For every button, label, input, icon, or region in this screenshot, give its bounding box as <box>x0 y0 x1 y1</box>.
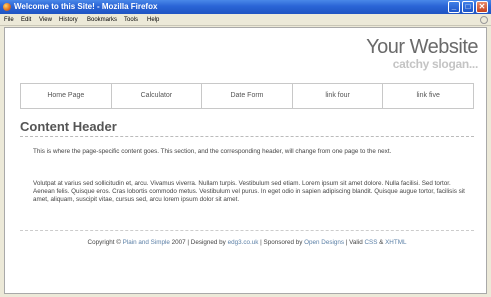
menu-tools[interactable]: Tools <box>124 14 138 26</box>
site-title[interactable]: Your Website <box>366 36 478 59</box>
footer-valid: | Valid <box>345 239 363 246</box>
nav-home-page[interactable]: Home Page <box>21 84 111 108</box>
menu-view[interactable]: View <box>39 14 52 26</box>
content-header: Content Header <box>20 119 474 137</box>
footer-link-designer[interactable]: edg3.co.uk <box>228 239 259 246</box>
footer-copyright: Copyright © <box>87 239 121 246</box>
footer-link-css[interactable]: CSS <box>364 239 377 246</box>
maximize-button[interactable]: □ <box>462 1 474 13</box>
footer-link-sponsor[interactable]: Open Designs <box>304 239 344 246</box>
menu-edit[interactable]: Edit <box>21 14 31 26</box>
close-button[interactable]: ✕ <box>476 1 488 13</box>
menu-file[interactable]: File <box>4 14 14 26</box>
firefox-icon <box>3 3 11 11</box>
nav-link-four[interactable]: link four <box>291 84 383 108</box>
footer-amp: & <box>379 239 384 246</box>
nav-date-form[interactable]: Date Form <box>201 84 292 108</box>
minimize-button[interactable]: _ <box>448 1 460 13</box>
menu-help[interactable]: Help <box>147 14 159 26</box>
footer-year-designed: 2007 | Designed by <box>171 239 226 246</box>
intro-paragraph: This is where the page-specific content … <box>33 148 392 155</box>
footer-link-plain-simple[interactable]: Plain and Simple <box>123 239 170 246</box>
site-slogan: catchy slogan... <box>392 57 479 71</box>
title-bar: Welcome to this Site! - Mozilla Firefox … <box>0 0 491 14</box>
menu-bar: File Edit View History Bookmarks Tools H… <box>0 14 491 26</box>
menu-history[interactable]: History <box>59 14 78 26</box>
footer-link-xhtml[interactable]: XHTML <box>385 239 406 246</box>
main-nav: Home Page Calculator Date Form link four… <box>20 83 474 109</box>
body-paragraph: Volutpat at varius sed sollicitudin et, … <box>33 180 465 203</box>
menu-bookmarks[interactable]: Bookmarks <box>87 14 117 26</box>
nav-calculator[interactable]: Calculator <box>110 84 202 108</box>
browser-window: Welcome to this Site! - Mozilla Firefox … <box>0 0 491 297</box>
footer: Copyright © Plain and Simple 2007 | Desi… <box>20 239 474 246</box>
nav-link-five[interactable]: link five <box>382 84 473 108</box>
footer-divider <box>20 230 474 231</box>
footer-sponsored: | Sponsored by <box>260 239 303 246</box>
activity-throbber-icon <box>480 16 488 24</box>
window-title: Welcome to this Site! - Mozilla Firefox <box>14 2 158 11</box>
page-viewport: Your Website catchy slogan... Home Page … <box>4 27 487 294</box>
